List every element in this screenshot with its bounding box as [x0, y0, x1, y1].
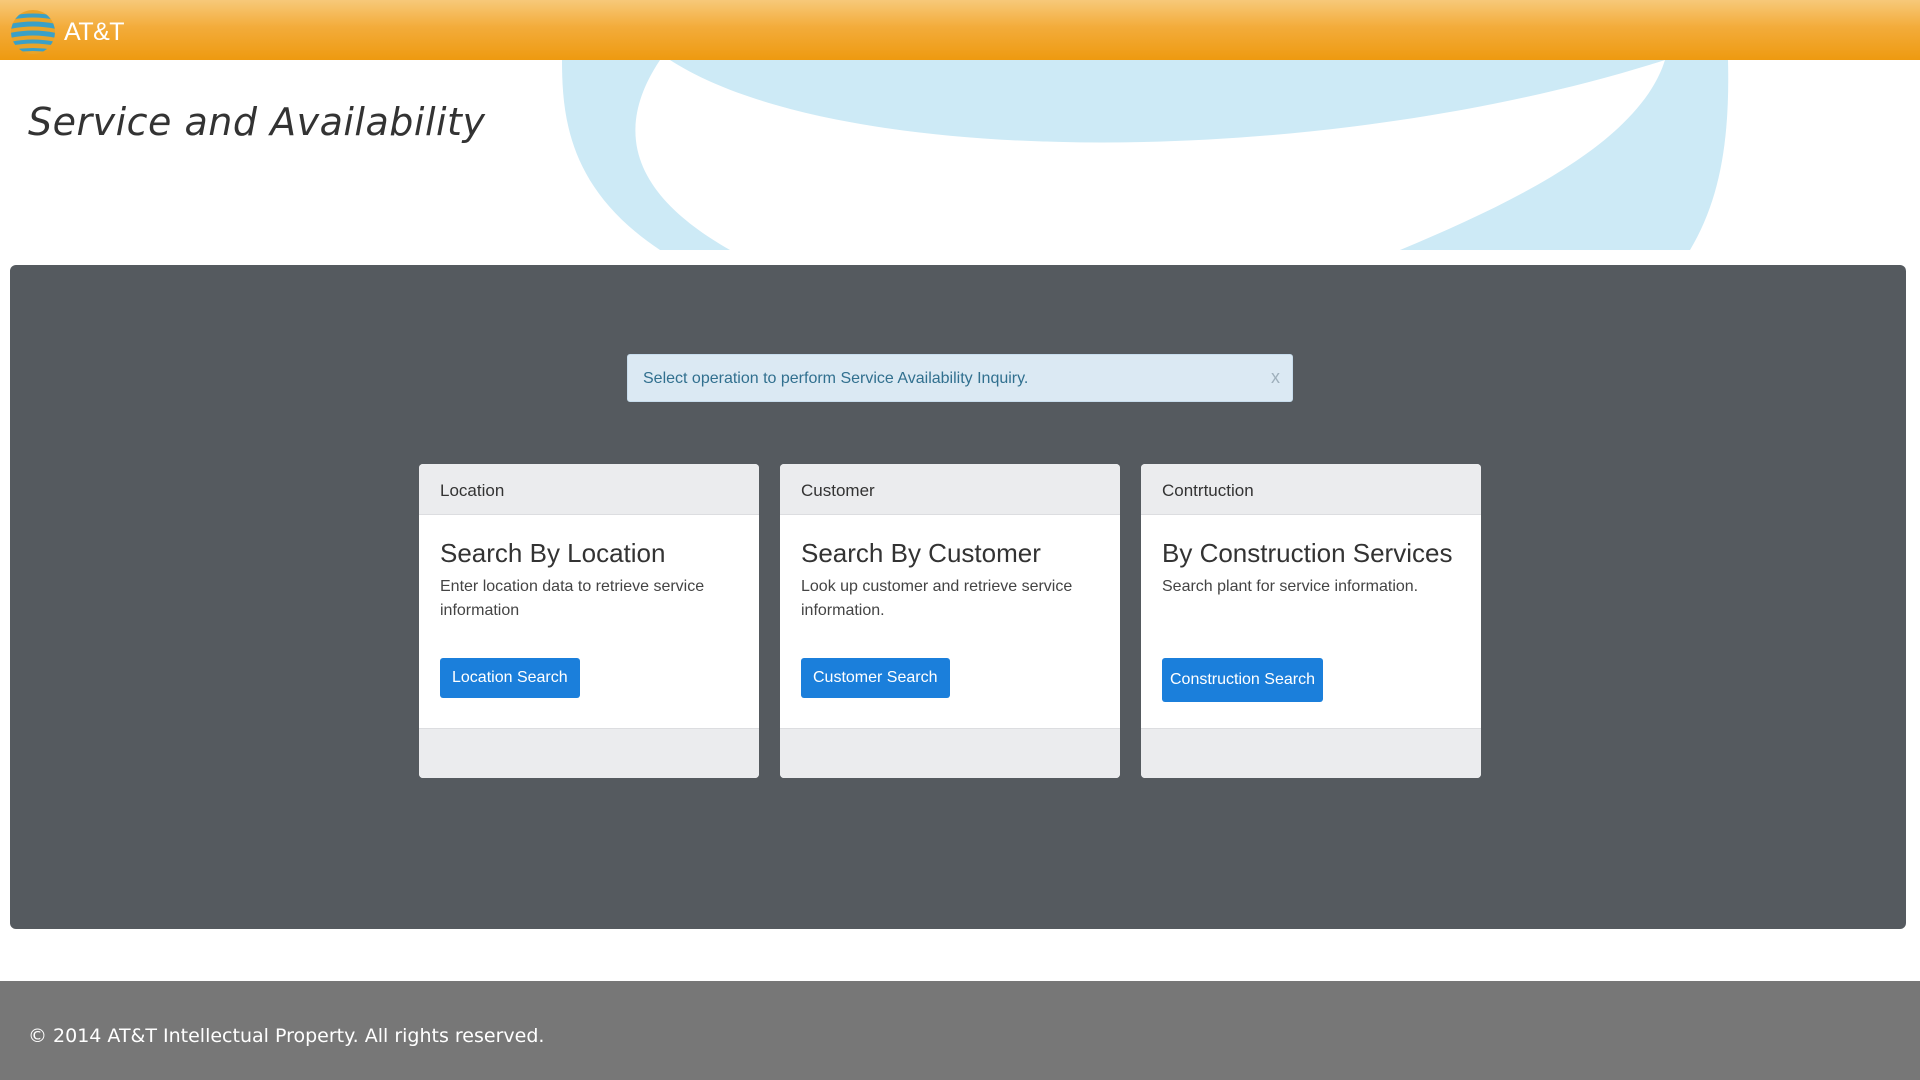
card-header: Location — [419, 464, 759, 515]
card-footer — [419, 728, 759, 778]
card-footer — [780, 728, 1120, 778]
card-description: Look up customer and retrieve service in… — [801, 578, 1073, 619]
alert-message: Select operation to perform Service Avai… — [643, 370, 1029, 387]
card-footer — [1141, 728, 1481, 778]
card-header-label: Location — [440, 481, 505, 500]
copyright-text: © 2014 AT&T Intellectual Property. All r… — [28, 1025, 545, 1047]
info-alert: Select operation to perform Service Avai… — [627, 354, 1293, 402]
card-title: Search By Location — [440, 538, 666, 568]
card-header: Contrtuction — [1141, 464, 1481, 515]
card-location: Location Search By Location Enter locati… — [419, 464, 759, 778]
card-title: Search By Customer — [801, 538, 1041, 568]
customer-search-button[interactable]: Customer Search — [801, 658, 950, 698]
page-header: Service and Availability — [0, 60, 1920, 250]
att-globe-icon — [11, 10, 55, 54]
card-construction: Contrtuction By Construction Services Se… — [1141, 464, 1481, 778]
card-header: Customer — [780, 464, 1120, 515]
construction-search-button[interactable]: Construction Search — [1162, 658, 1323, 702]
brand-logo[interactable]: AT&T — [10, 9, 125, 55]
brand-name: AT&T — [64, 17, 125, 46]
alert-close-button[interactable]: x — [1271, 367, 1280, 388]
top-bar: AT&T — [0, 0, 1920, 60]
page-footer: © 2014 AT&T Intellectual Property. All r… — [0, 981, 1920, 1080]
card-header-label: Customer — [801, 481, 875, 500]
card-description: Enter location data to retrieve service … — [440, 578, 705, 619]
card-title: By Construction Services — [1162, 538, 1453, 568]
location-search-button[interactable]: Location Search — [440, 658, 580, 698]
globe-graphic — [562, 60, 1729, 250]
card-description: Search plant for service information. — [1162, 578, 1419, 595]
card-header-label: Contrtuction — [1162, 481, 1254, 500]
page-title: Service and Availability — [28, 100, 486, 144]
card-customer: Customer Search By Customer Look up cust… — [780, 464, 1120, 778]
